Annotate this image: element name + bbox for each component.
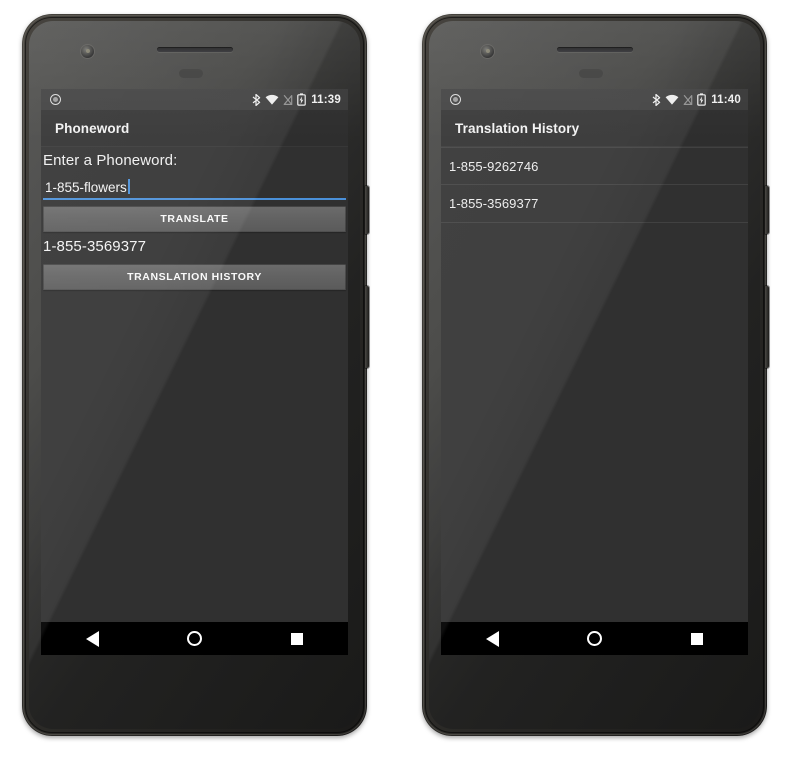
- earpiece-speaker: [556, 47, 633, 52]
- app-content-phoneword: Enter a Phoneword: 1-855-flowers TRANSLA…: [41, 147, 348, 622]
- status-bar-clock: 11:40: [711, 93, 741, 106]
- recents-icon: [290, 632, 303, 645]
- device-frame-history: 11:40 Translation History 1-855-9262746: [422, 14, 769, 736]
- recents-icon: [690, 632, 703, 645]
- screen-phoneword: 11:39 Phoneword Enter a Phoneword: 1-855…: [41, 89, 348, 655]
- navigation-bar: [41, 622, 348, 655]
- status-bar: 11:39: [41, 89, 348, 110]
- nav-back-button[interactable]: [70, 622, 114, 655]
- volume-rocker-button[interactable]: [365, 286, 369, 368]
- status-bar-system-icons: 11:40: [652, 93, 741, 106]
- nav-home-button[interactable]: [172, 622, 216, 655]
- nav-recents-button[interactable]: [275, 622, 319, 655]
- list-item[interactable]: 1-855-3569377: [441, 185, 748, 223]
- device-front-panel: 11:40 Translation History 1-855-9262746: [429, 21, 760, 729]
- proximity-sensor: [578, 69, 603, 78]
- back-icon: [485, 630, 499, 647]
- phoneword-input-value: 1-855-flowers: [45, 180, 127, 195]
- phone-slot-right: 11:40 Translation History 1-855-9262746: [400, 0, 800, 763]
- nav-home-button[interactable]: [572, 622, 616, 655]
- status-bar-notifications: [450, 94, 461, 105]
- device-frame-phoneword: 11:39 Phoneword Enter a Phoneword: 1-855…: [22, 14, 369, 736]
- signal-off-icon: [683, 94, 693, 105]
- app-bar-title: Translation History: [455, 120, 580, 136]
- signal-off-icon: [283, 94, 293, 105]
- power-button[interactable]: [365, 186, 369, 234]
- phone-slot-left: 11:39 Phoneword Enter a Phoneword: 1-855…: [0, 0, 400, 763]
- bluetooth-icon: [652, 93, 661, 106]
- translation-history-button[interactable]: TRANSLATION HISTORY: [43, 264, 346, 290]
- two-phone-comparison: 11:39 Phoneword Enter a Phoneword: 1-855…: [0, 0, 800, 763]
- front-camera-icon: [81, 45, 94, 58]
- home-icon: [186, 631, 202, 646]
- proximity-sensor: [178, 69, 203, 78]
- translation-result: 1-855-3569377: [43, 238, 147, 255]
- list-item-label: 1-855-3569377: [449, 196, 539, 211]
- app-content-history: 1-855-9262746 1-855-3569377: [441, 147, 748, 622]
- translate-button[interactable]: TRANSLATE: [43, 206, 346, 232]
- app-bar: Phoneword: [41, 110, 348, 147]
- phoneword-form: Enter a Phoneword: 1-855-flowers TRANSLA…: [41, 147, 348, 290]
- list-item-label: 1-855-9262746: [449, 158, 539, 174]
- volume-rocker-button[interactable]: [765, 286, 769, 368]
- power-button[interactable]: [765, 186, 769, 234]
- navigation-bar: [441, 622, 748, 655]
- back-icon: [85, 630, 99, 647]
- nav-back-button[interactable]: [470, 622, 514, 655]
- app-bar-title: Phoneword: [55, 120, 130, 136]
- phoneword-field-label: Enter a Phoneword:: [43, 152, 178, 169]
- status-bar-notifications: [50, 94, 61, 105]
- status-bar-system-icons: 11:39: [252, 93, 341, 106]
- battery-charging-icon: [697, 93, 707, 106]
- status-bar: 11:40: [441, 89, 748, 110]
- text-caret: [127, 179, 130, 194]
- screen-translation-history: 11:40 Translation History 1-855-9262746: [441, 89, 748, 655]
- wifi-icon: [665, 94, 679, 105]
- notification-dot-icon: [450, 94, 461, 105]
- translate-button-label: TRANSLATE: [160, 213, 229, 225]
- front-camera-icon: [481, 45, 494, 58]
- earpiece-speaker: [156, 47, 233, 52]
- translation-history-button-label: TRANSLATION HISTORY: [127, 271, 262, 283]
- notification-dot-icon: [50, 94, 61, 105]
- app-bar: Translation History: [441, 110, 748, 147]
- device-front-panel: 11:39 Phoneword Enter a Phoneword: 1-855…: [29, 21, 360, 729]
- home-icon: [586, 631, 602, 646]
- status-bar-clock: 11:39: [311, 93, 341, 106]
- battery-charging-icon: [297, 93, 307, 106]
- bluetooth-icon: [252, 93, 261, 106]
- wifi-icon: [265, 94, 279, 105]
- nav-recents-button[interactable]: [675, 622, 719, 655]
- phoneword-input[interactable]: 1-855-flowers: [43, 174, 346, 200]
- list-item[interactable]: 1-855-9262746: [441, 147, 748, 185]
- translation-history-list: 1-855-9262746 1-855-3569377: [441, 147, 748, 223]
